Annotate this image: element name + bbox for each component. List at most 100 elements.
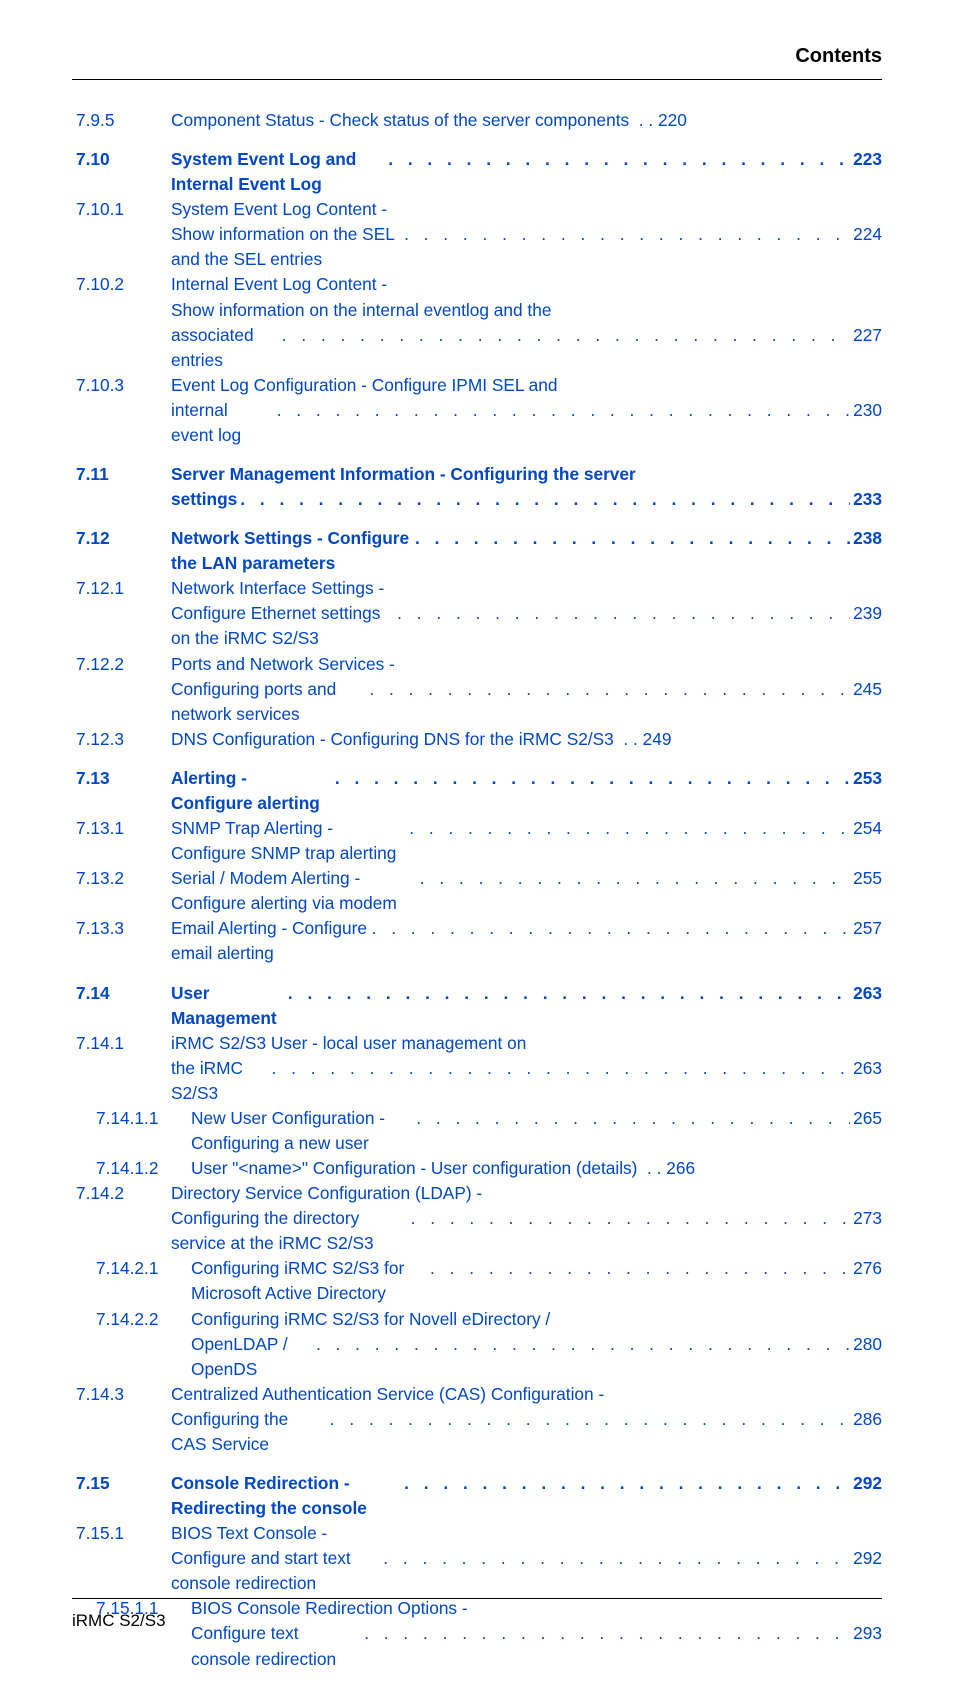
toc-number: 7.10 xyxy=(76,147,171,172)
toc-entry[interactable]: 7.14User Management. . . . . . . . . . .… xyxy=(76,981,882,1031)
toc-title-col: Show information on the SEL and the SEL … xyxy=(171,222,882,272)
toc-title-col: System Event Log Content - xyxy=(171,197,882,222)
toc-title-col: iRMC S2/S3 User - local user management … xyxy=(171,1031,882,1056)
toc-entry-continuation[interactable]: OpenLDAP / OpenDS. . . . . . . . . . . .… xyxy=(76,1332,882,1382)
toc-entry[interactable]: 7.12.1Network Interface Settings - xyxy=(76,576,882,601)
toc-leader: . . . . . . . . . . . . . . . . . . . . … xyxy=(409,816,850,841)
toc-number: 7.13.3 xyxy=(76,916,171,941)
toc-entry[interactable]: 7.14.3Centralized Authentication Service… xyxy=(76,1382,882,1407)
toc-entry-continuation[interactable]: Configure Ethernet settings on the iRMC … xyxy=(76,601,882,651)
toc-entry[interactable]: 7.9.5Component Status - Check status of … xyxy=(76,108,882,133)
toc-title-col: Configure and start text console redirec… xyxy=(171,1546,882,1596)
toc-entry[interactable]: 7.13Alerting - Configure alerting. . . .… xyxy=(76,766,882,816)
toc-entry[interactable]: 7.10.1System Event Log Content - xyxy=(76,197,882,222)
toc-entry-continuation[interactable]: Show information on the internal eventlo… xyxy=(76,298,882,323)
toc-title-col: Configuring iRMC S2/S3 for Novell eDirec… xyxy=(191,1307,882,1332)
toc-block: 7.14User Management. . . . . . . . . . .… xyxy=(76,981,882,1457)
toc-title-col: Alerting - Configure alerting. . . . . .… xyxy=(171,766,882,816)
toc-number: 7.14 xyxy=(76,981,171,1006)
toc-title-col: settings. . . . . . . . . . . . . . . . … xyxy=(171,487,882,512)
toc-title-col: Configuring ports and network services. … xyxy=(171,677,882,727)
toc-page: 230 xyxy=(853,398,882,423)
toc-title-col: DNS Configuration - Configuring DNS for … xyxy=(171,727,882,752)
toc-page: 224 xyxy=(853,222,882,247)
toc-leader: . . . . . . . . . . . . . . . . . . . . … xyxy=(404,222,850,247)
toc-block: 7.9.5Component Status - Check status of … xyxy=(76,108,882,133)
toc-title: User "<name>" Configuration - User confi… xyxy=(191,1156,637,1181)
toc-number: 7.14.1 xyxy=(76,1031,171,1056)
toc-entry[interactable]: 7.10.2Internal Event Log Content - xyxy=(76,272,882,297)
toc-block: 7.13Alerting - Configure alerting. . . .… xyxy=(76,766,882,967)
toc-leader: . . . . . . . . . . . . . . . . . . . . … xyxy=(397,601,850,626)
toc-entry[interactable]: 7.10.3Event Log Configuration - Configur… xyxy=(76,373,882,398)
toc-entry-continuation[interactable]: Configuring the CAS Service. . . . . . .… xyxy=(76,1407,882,1457)
toc-number: 7.10.3 xyxy=(76,373,171,398)
toc-entry[interactable]: 7.12.3DNS Configuration - Configuring DN… xyxy=(76,727,882,752)
toc-entry[interactable]: 7.13.2Serial / Modem Alerting - Configur… xyxy=(76,866,882,916)
toc-entry[interactable]: 7.14.2Directory Service Configuration (L… xyxy=(76,1181,882,1206)
toc-title-col: Serial / Modem Alerting - Configure aler… xyxy=(171,866,882,916)
toc-title-col: Network Interface Settings - xyxy=(171,576,882,601)
toc-entry-continuation[interactable]: Configuring the directory service at the… xyxy=(76,1206,882,1256)
toc-entry[interactable]: 7.13.3Email Alerting - Configure email a… xyxy=(76,916,882,966)
toc-leader: . . . . . . . . . . . . . . . . . . . . … xyxy=(372,916,851,941)
toc-block: 7.15Console Redirection - Redirecting th… xyxy=(76,1471,882,1672)
toc-leader: . . . . . . . . . . . . . . . . . . . . … xyxy=(383,1546,850,1571)
toc-leader: . . . . . . . . . . . . . . . . . . . . … xyxy=(335,766,850,791)
toc-entry[interactable]: 7.11Server Management Information - Conf… xyxy=(76,462,882,487)
toc-leader: . . . . . . . . . . . . . . . . . . . . … xyxy=(369,677,850,702)
toc-title-col: Console Redirection - Redirecting the co… xyxy=(171,1471,882,1521)
toc-page: 255 xyxy=(853,866,882,891)
toc-entry[interactable]: 7.14.1.2User "<name>" Configuration - Us… xyxy=(76,1156,882,1181)
toc-entry-continuation[interactable]: internal event log. . . . . . . . . . . … xyxy=(76,398,882,448)
toc-title: Network Interface Settings - xyxy=(171,576,384,601)
toc-entry[interactable]: 7.15Console Redirection - Redirecting th… xyxy=(76,1471,882,1521)
toc-title: Directory Service Configuration (LDAP) - xyxy=(171,1181,482,1206)
toc-title-col: associated entries. . . . . . . . . . . … xyxy=(171,323,882,373)
toc-leader: . . . . . . . . . . . . . . . . . . . . … xyxy=(316,1332,850,1357)
toc-title: DNS Configuration - Configuring DNS for … xyxy=(171,727,614,752)
toc-leader: . . . . . . . . . . . . . . . . . . . . … xyxy=(420,866,850,891)
toc-leader: . . . . . . . . . . . . . . . . . . . . … xyxy=(240,487,850,512)
toc-number: 7.11 xyxy=(76,462,171,487)
toc-title-col: Ports and Network Services - xyxy=(171,652,882,677)
toc-number: 7.13.1 xyxy=(76,816,171,841)
toc-number: 7.9.5 xyxy=(76,108,171,133)
toc-page: 254 xyxy=(853,816,882,841)
toc-page: 292 xyxy=(853,1471,882,1496)
toc-entry-continuation[interactable]: Configuring ports and network services. … xyxy=(76,677,882,727)
toc-leader: . . . . . . . . . . . . . . . . . . . . … xyxy=(288,981,850,1006)
toc-entry-continuation[interactable]: the iRMC S2/S3. . . . . . . . . . . . . … xyxy=(76,1056,882,1106)
toc-title: the iRMC S2/S3 xyxy=(171,1056,269,1106)
toc-entry[interactable]: 7.14.2.2Configuring iRMC S2/S3 for Novel… xyxy=(76,1307,882,1332)
toc-entry[interactable]: 7.10System Event Log and Internal Event … xyxy=(76,147,882,197)
toc-entry[interactable]: 7.14.1.1New User Configuration - Configu… xyxy=(76,1106,882,1156)
toc-entry[interactable]: 7.12.2Ports and Network Services - xyxy=(76,652,882,677)
toc-title-col: Event Log Configuration - Configure IPMI… xyxy=(171,373,882,398)
toc-leader: . . . . . . . . . . . . . . . . . . . . … xyxy=(430,1256,850,1281)
toc-title-col: Directory Service Configuration (LDAP) - xyxy=(171,1181,882,1206)
toc-page: 263 xyxy=(853,1056,882,1081)
toc-number: 7.14.1.1 xyxy=(76,1106,191,1131)
toc-entry-continuation[interactable]: associated entries. . . . . . . . . . . … xyxy=(76,323,882,373)
toc-page: 239 xyxy=(853,601,882,626)
toc-page: 257 xyxy=(853,916,882,941)
toc-title-col: Configuring the directory service at the… xyxy=(171,1206,882,1256)
toc-entry[interactable]: 7.12Network Settings - Configure the LAN… xyxy=(76,526,882,576)
toc-entry-continuation[interactable]: settings. . . . . . . . . . . . . . . . … xyxy=(76,487,882,512)
toc-entry[interactable]: 7.14.2.1Configuring iRMC S2/S3 for Micro… xyxy=(76,1256,882,1306)
toc-title-col: the iRMC S2/S3. . . . . . . . . . . . . … xyxy=(171,1056,882,1106)
toc-title-col: Configuring iRMC S2/S3 for Microsoft Act… xyxy=(191,1256,882,1306)
toc-entry-continuation[interactable]: Configure and start text console redirec… xyxy=(76,1546,882,1596)
toc-title-col: internal event log. . . . . . . . . . . … xyxy=(171,398,882,448)
toc-entry[interactable]: 7.14.1iRMC S2/S3 User - local user manag… xyxy=(76,1031,882,1056)
toc-entry-continuation[interactable]: Show information on the SEL and the SEL … xyxy=(76,222,882,272)
toc-number: 7.14.2.2 xyxy=(76,1307,191,1332)
toc-entry[interactable]: 7.13.1SNMP Trap Alerting - Configure SNM… xyxy=(76,816,882,866)
toc-title: User Management xyxy=(171,981,285,1031)
toc-title-col: OpenLDAP / OpenDS. . . . . . . . . . . .… xyxy=(191,1332,882,1382)
toc-entry[interactable]: 7.15.1BIOS Text Console - xyxy=(76,1521,882,1546)
toc-page: 273 xyxy=(853,1206,882,1231)
toc-title: BIOS Text Console - xyxy=(171,1521,327,1546)
toc-title-col: Configuring the CAS Service. . . . . . .… xyxy=(171,1407,882,1457)
